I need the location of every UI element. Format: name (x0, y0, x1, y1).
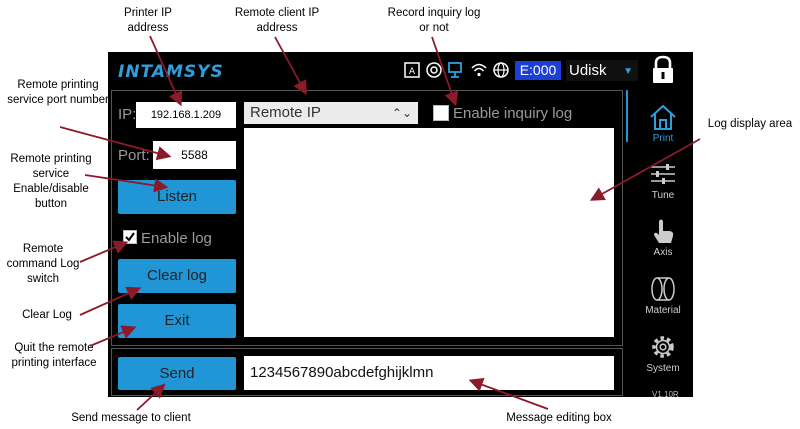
annotation-arrows (59, 35, 701, 411)
